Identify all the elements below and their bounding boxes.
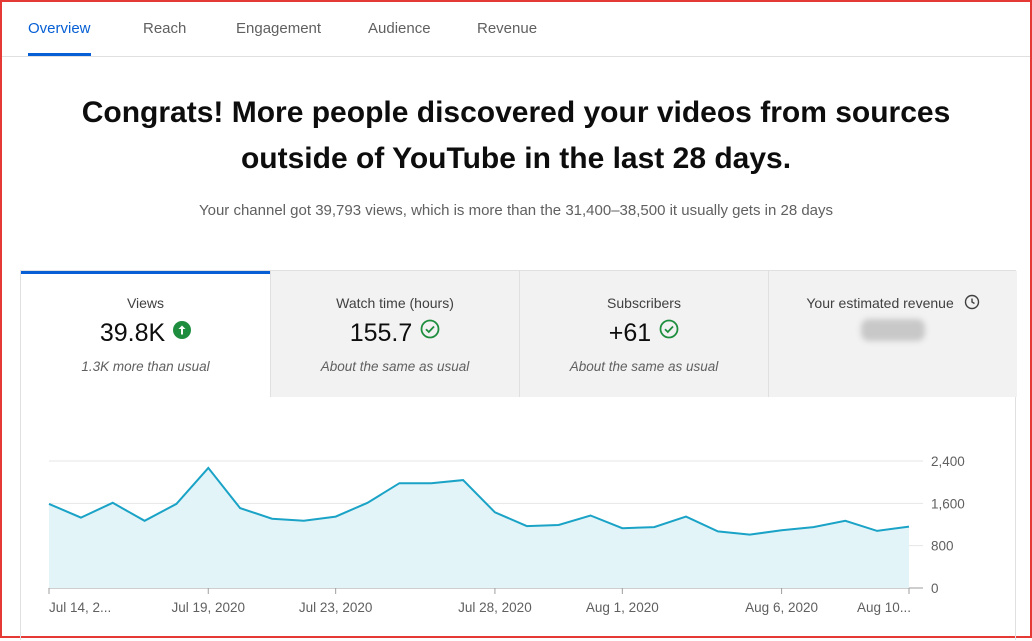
x-tick-label: Jul 28, 2020 bbox=[458, 600, 532, 615]
tab-audience[interactable]: Audience bbox=[368, 2, 431, 56]
x-tick-label: Jul 19, 2020 bbox=[171, 600, 245, 615]
x-tick-label: Jul 14, 2... bbox=[49, 600, 111, 615]
y-tick-label: 0 bbox=[931, 581, 939, 596]
y-tick-label: 2,400 bbox=[931, 454, 965, 469]
summary-text: Your channel got 39,793 views, which is … bbox=[198, 202, 834, 219]
headline-line-2: outside of YouTube in the last 28 days. bbox=[240, 142, 792, 175]
metrics-card: Views 39.8K 1.3K more than usual Watch t… bbox=[20, 270, 1017, 640]
series-area bbox=[49, 467, 909, 588]
tab-engagement[interactable]: Engagement bbox=[236, 2, 321, 56]
tab-revenue[interactable]: Revenue bbox=[477, 2, 537, 56]
headline: Congrats! More people discovered your vi… bbox=[42, 90, 990, 182]
y-axis-labels: 0 800 1,600 2,400 bbox=[931, 454, 965, 596]
x-tick-label: Jul 23, 2020 bbox=[299, 600, 373, 615]
views-chart: 08001,6002,400 Jul 14, 2... Jul 19, 2020 J… bbox=[48, 454, 965, 615]
x-tick-label: Aug 1, 2020 bbox=[586, 600, 659, 615]
tab-overview[interactable]: Overview bbox=[28, 2, 91, 56]
x-axis-labels: Jul 14, 2... Jul 19, 2020 Jul 23, 2020 Jul … bbox=[48, 588, 911, 615]
y-tick-label: 1,600 bbox=[931, 496, 965, 511]
analytics-tabs: Overview Reach Engagement Audience Reven… bbox=[2, 2, 1030, 57]
x-tick-label: Aug 10... bbox=[857, 600, 911, 615]
tab-reach[interactable]: Reach bbox=[143, 2, 186, 56]
x-tick-label: Aug 6, 2020 bbox=[745, 600, 818, 615]
y-tick-label: 800 bbox=[931, 539, 954, 554]
headline-line-1: Congrats! More people discovered your vi… bbox=[81, 96, 951, 129]
